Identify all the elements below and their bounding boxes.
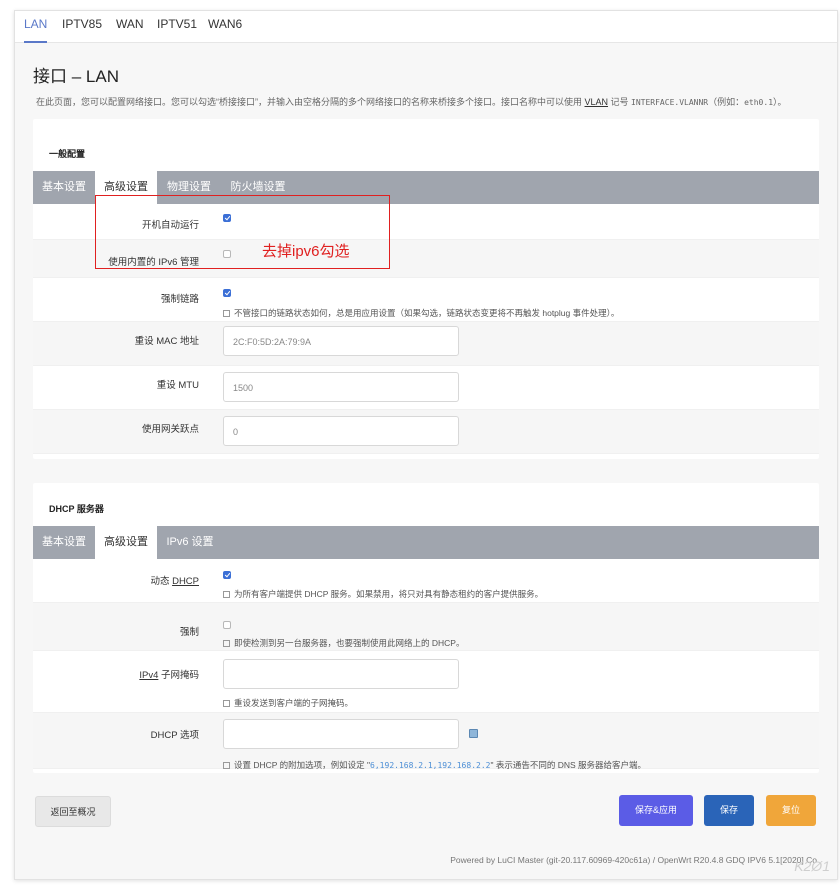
force-link-help-text: 不管接口的链路状态如何，总是用应用设置（如果勾选，链路状态变更将不再触发 hot… bbox=[234, 308, 620, 318]
row-dhcp-force: 强制 即使检测到另一台服务器，也要强制使用此网络上的 DHCP。 bbox=[33, 603, 819, 651]
save-apply-button[interactable]: 保存&应用 bbox=[619, 795, 693, 826]
dhcp-subtab-basic[interactable]: 基本设置 bbox=[33, 526, 95, 559]
mac-label: 重设 MAC 地址 bbox=[134, 336, 199, 347]
help-icon bbox=[223, 591, 230, 598]
help-icon bbox=[223, 310, 230, 317]
options-help-prefix: 设置 DHCP 的附加选项，例如设定 " bbox=[234, 760, 371, 770]
luci-window: LAN IPTV85 WAN IPTV51 WAN6 接口 – LAN 在此页面… bbox=[14, 10, 838, 880]
dhcp-options-help: 设置 DHCP 的附加选项，例如设定 "6,192.168.2.1,192.16… bbox=[223, 759, 646, 771]
interface-tabs: LAN IPTV85 WAN IPTV51 WAN6 bbox=[15, 11, 837, 43]
row-dhcp-options: DHCP 选项 设置 DHCP 的附加选项，例如设定 "6,192.168.2.… bbox=[33, 713, 819, 771]
tab-lan[interactable]: LAN bbox=[24, 11, 47, 43]
mtu-label: 重设 MTU bbox=[156, 380, 199, 391]
back-to-overview-button[interactable]: 返回至概况 bbox=[35, 796, 111, 827]
netmask-input[interactable] bbox=[223, 659, 459, 689]
options-help-code: 6,192.168.2.1,192.168.2.2 bbox=[370, 761, 491, 770]
desc-text-4: ）。 bbox=[773, 97, 787, 107]
row-dhcp-dynamic: 动态 DHCP 为所有客户端提供 DHCP 服务。如果禁用，将只对具有静态租约的… bbox=[33, 559, 819, 603]
save-button[interactable]: 保存 bbox=[704, 795, 754, 826]
help-icon bbox=[223, 762, 230, 769]
mac-input[interactable]: 2C:F0:5D:2A:79:9A bbox=[223, 326, 459, 356]
mtu-input[interactable]: 1500 bbox=[223, 372, 459, 402]
netmask-help: 重设发送到客户端的子网掩码。 bbox=[223, 697, 353, 709]
force-dhcp-checkbox[interactable] bbox=[223, 621, 231, 629]
options-help-suffix: " 表示通告不同的 DNS 服务器给客户端。 bbox=[490, 760, 647, 770]
dynamic-label-text: 动态 bbox=[150, 576, 173, 587]
help-icon bbox=[223, 700, 230, 707]
metric-input[interactable]: 0 bbox=[223, 416, 459, 446]
dhcp-section: DHCP 服务器 基本设置 高级设置 IPv6 设置 动态 DHCP 为所有客户… bbox=[33, 483, 819, 773]
annotation-text: 去掉ipv6勾选 bbox=[262, 243, 350, 260]
desc-text-3: （例如： bbox=[708, 97, 745, 107]
row-metric: 使用网关跃点 0 bbox=[33, 410, 819, 454]
tab-wan6[interactable]: WAN6 bbox=[208, 11, 242, 43]
row-force-link: 强制链路 不管接口的链路状态如何，总是用应用设置（如果勾选，链路状态变更将不再触… bbox=[33, 278, 819, 322]
netmask-label-text: 子网掩码 bbox=[158, 670, 199, 681]
watermark-logo: K2Ø1 bbox=[794, 858, 830, 874]
ipv4-abbr-link[interactable]: IPv4 bbox=[139, 670, 158, 681]
footer-text: Powered by LuCI Master (git-20.117.60969… bbox=[450, 855, 817, 865]
tab-wan[interactable]: WAN bbox=[116, 11, 144, 43]
page-description: 在此页面，您可以配置网络接口。您可以勾选“桥接接口”，并输入由空格分隔的多个网络… bbox=[36, 95, 787, 108]
force-dhcp-help: 即使检测到另一台服务器，也要强制使用此网络上的 DHCP。 bbox=[223, 637, 464, 649]
dhcp-subtab-advanced[interactable]: 高级设置 bbox=[95, 526, 157, 559]
dhcp-abbr-link[interactable]: DHCP bbox=[172, 576, 199, 587]
add-option-icon[interactable] bbox=[469, 729, 478, 738]
force-link-label: 强制链路 bbox=[160, 294, 199, 305]
force-link-checkbox[interactable] bbox=[223, 289, 231, 297]
tab-iptv85[interactable]: IPTV85 bbox=[62, 11, 102, 43]
netmask-label: IPv4 子网掩码 bbox=[31, 667, 199, 681]
row-mac: 重设 MAC 地址 2C:F0:5D:2A:79:9A bbox=[33, 322, 819, 366]
dynamic-dhcp-checkbox[interactable] bbox=[223, 571, 231, 579]
dhcp-subtab-ipv6[interactable]: IPv6 设置 bbox=[157, 526, 223, 559]
general-config-section: 一般配置 基本设置 高级设置 物理设置 防火墙设置 开机自动运行 使用内置的 I… bbox=[33, 119, 819, 459]
dynamic-dhcp-help: 为所有客户端提供 DHCP 服务。如果禁用，将只对具有静态租约的客户提供服务。 bbox=[223, 588, 543, 600]
desc-mono: INTERFACE.VLANNR bbox=[631, 98, 709, 107]
netmask-help-text: 重设发送到客户端的子网掩码。 bbox=[234, 698, 354, 708]
dhcp-options-input[interactable] bbox=[223, 719, 459, 749]
desc-example: eth0.1 bbox=[744, 98, 774, 107]
force-help-text: 即使检测到另一台服务器，也要强制使用此网络上的 DHCP。 bbox=[234, 638, 465, 648]
desc-text-2: 记号 bbox=[608, 97, 632, 107]
force-dhcp-label: 强制 bbox=[179, 627, 199, 638]
general-config-title: 一般配置 bbox=[49, 149, 86, 159]
tab-iptv51[interactable]: IPTV51 bbox=[157, 11, 197, 43]
force-link-help: 不管接口的链路状态如何，总是用应用设置（如果勾选，链路状态变更将不再触发 hot… bbox=[223, 307, 619, 319]
dhcp-title: DHCP 服务器 bbox=[49, 504, 104, 514]
dynamic-dhcp-label: 动态 DHCP bbox=[31, 573, 199, 587]
dhcp-subtabs: 基本设置 高级设置 IPv6 设置 bbox=[33, 526, 819, 559]
row-mtu: 重设 MTU 1500 bbox=[33, 366, 819, 410]
metric-label: 使用网关跃点 bbox=[141, 424, 199, 435]
row-netmask: IPv4 子网掩码 重设发送到客户端的子网掩码。 bbox=[33, 651, 819, 713]
vlan-link[interactable]: VLAN bbox=[585, 97, 609, 107]
dynamic-help-text: 为所有客户端提供 DHCP 服务。如果禁用，将只对具有静态租约的客户提供服务。 bbox=[234, 589, 544, 599]
subtab-basic[interactable]: 基本设置 bbox=[33, 171, 95, 204]
dhcp-options-label: DHCP 选项 bbox=[150, 730, 199, 741]
desc-text-1: 在此页面，您可以配置网络接口。您可以勾选“桥接接口”，并输入由空格分隔的多个网络… bbox=[36, 97, 585, 107]
page-title: 接口 – LAN bbox=[33, 67, 119, 86]
reset-button[interactable]: 复位 bbox=[766, 795, 816, 826]
help-icon bbox=[223, 640, 230, 647]
